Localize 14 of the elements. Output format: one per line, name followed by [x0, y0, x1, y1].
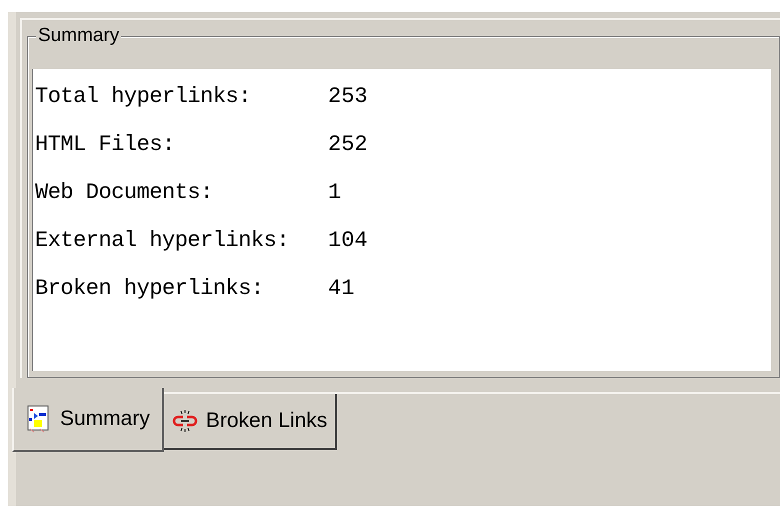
document-chart-icon: [26, 405, 50, 433]
stat-label: Web Documents:: [34, 179, 214, 207]
stat-value: 104: [328, 227, 368, 255]
tab[interactable]: Summary: [12, 388, 164, 452]
stat-value: 253: [328, 83, 368, 111]
stat-label: Broken hyperlinks:: [34, 275, 265, 303]
stat-value: 1: [328, 179, 342, 207]
stat-label: HTML Files:: [34, 131, 176, 159]
broken-chain-icon: [172, 410, 198, 432]
tab[interactable]: Broken Links: [164, 394, 338, 450]
stat-value: 252: [328, 131, 368, 159]
stat-label: Total hyperlinks:: [34, 83, 252, 111]
stat-label: External hyperlinks:: [34, 227, 290, 255]
stat-value: 41: [328, 275, 354, 303]
